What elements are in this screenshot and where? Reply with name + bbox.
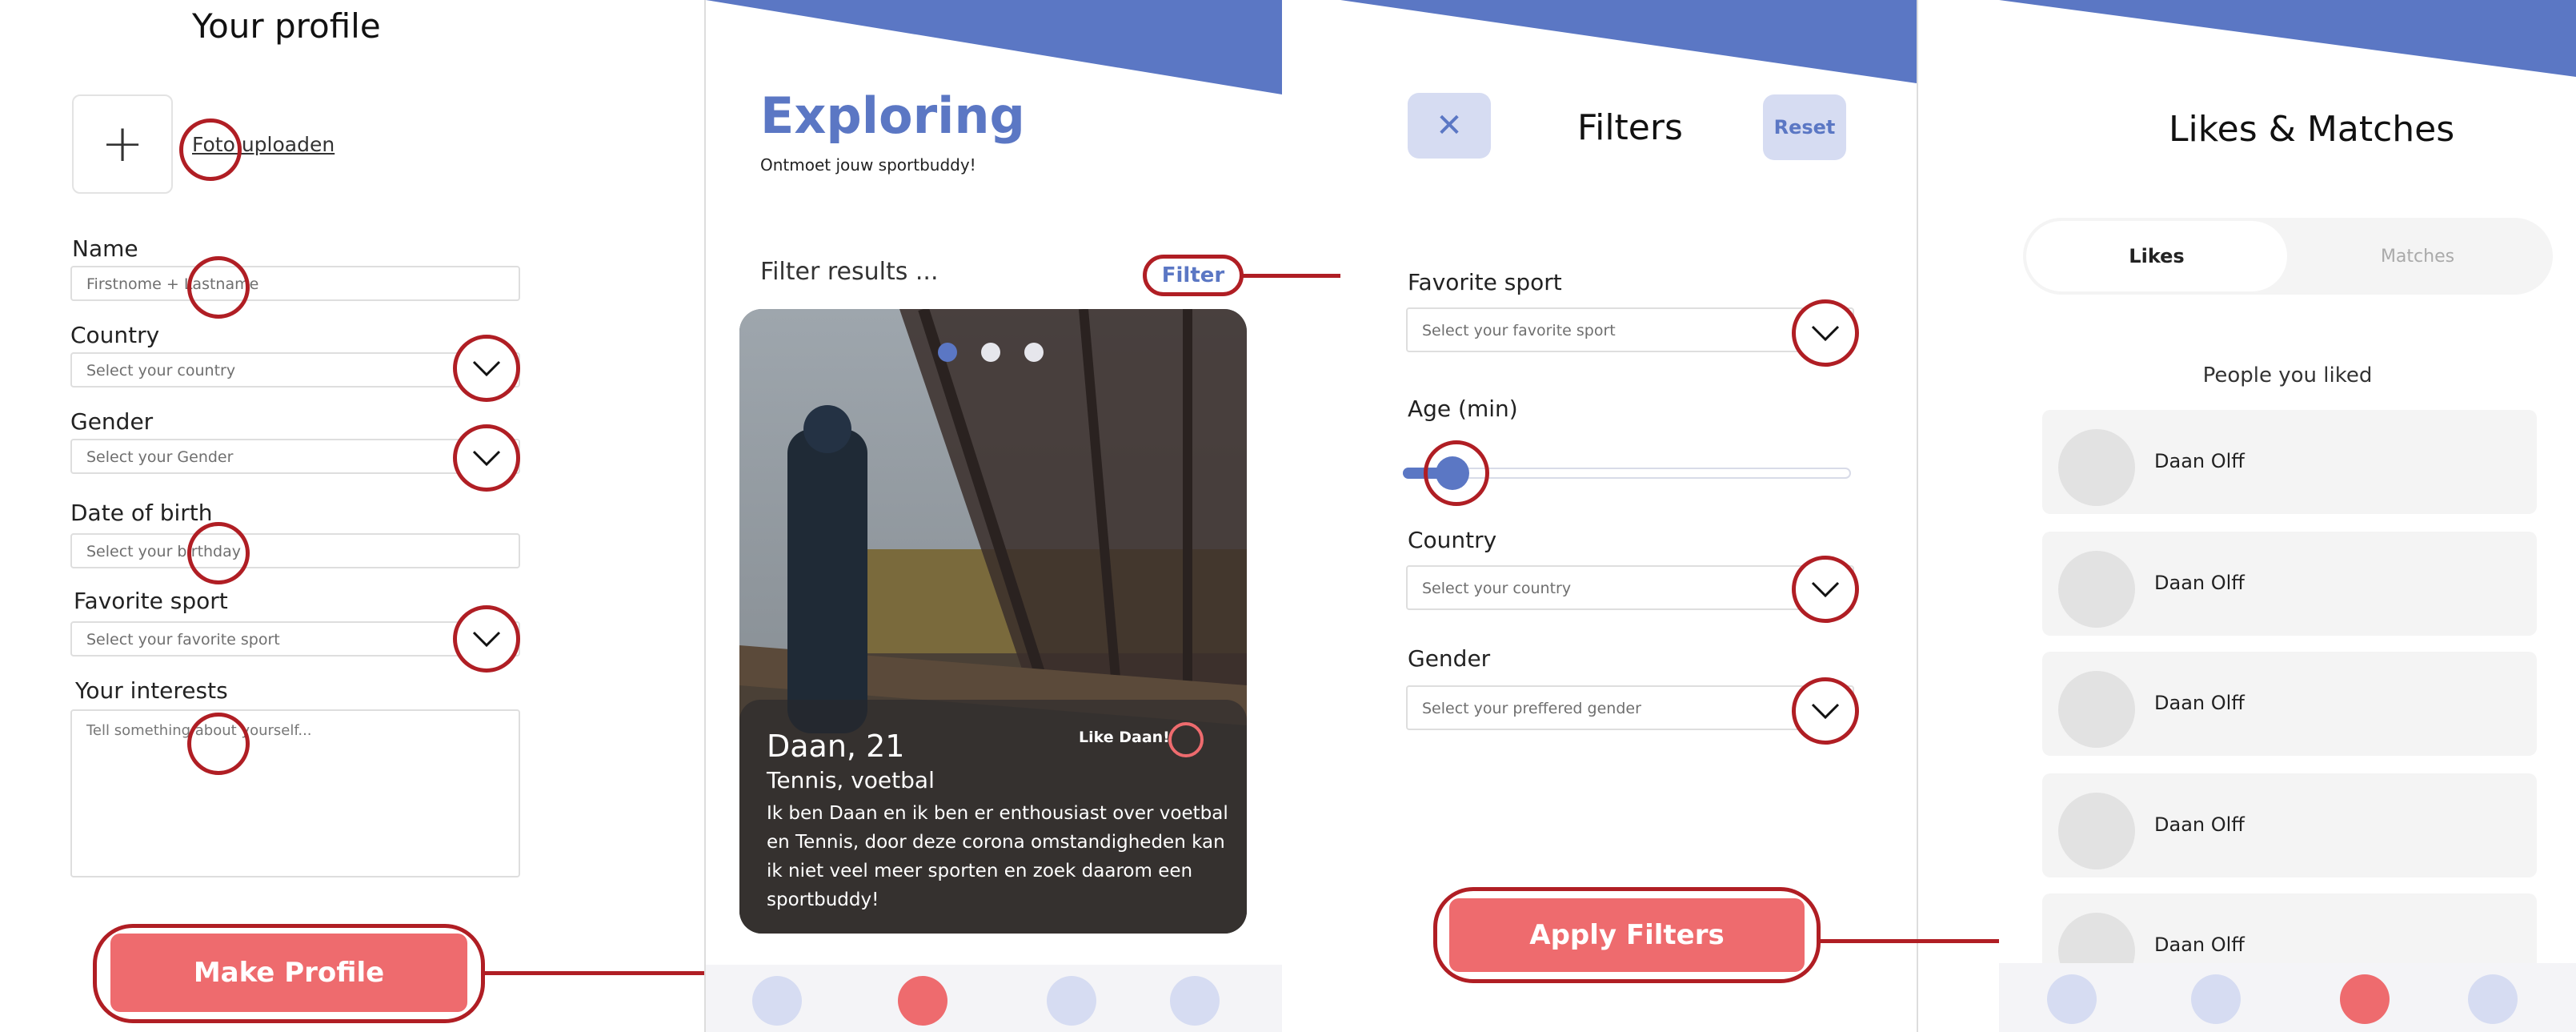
card-sports: Tennis, voetbal: [767, 767, 935, 793]
chevron-down-icon[interactable]: [1792, 556, 1859, 623]
card-name: Daan, 21: [767, 729, 905, 764]
explore-screen: Exploring Ontmoet jouw sportbuddy! Filte…: [704, 0, 1282, 1032]
chevron-down-icon[interactable]: [453, 605, 520, 673]
gender-label: Gender: [1408, 645, 1491, 672]
annotation-ring: [187, 713, 250, 775]
annotation-ring: [1424, 440, 1489, 506]
gender-select[interactable]: Select your preffered gender: [1406, 685, 1854, 730]
flow-connector: [483, 971, 704, 975]
avatar: [2058, 551, 2135, 628]
list-item[interactable]: Daan Olff: [2042, 773, 2537, 877]
country-label: Country: [70, 322, 160, 348]
interests-label: Your interests: [75, 677, 228, 704]
avatar: [2058, 671, 2135, 748]
country-placeholder: Select your country: [86, 362, 236, 379]
nav-item-likes[interactable]: [1047, 976, 1096, 1026]
carousel-dot[interactable]: [1024, 343, 1044, 362]
annotation-ring: [187, 522, 250, 584]
reset-button[interactable]: Reset: [1763, 94, 1846, 160]
nav-item-home[interactable]: [752, 976, 802, 1026]
list-item[interactable]: Daan Olff: [2042, 652, 2537, 756]
like-label: Like Daan!: [1079, 729, 1170, 746]
plus-icon: +: [101, 114, 144, 174]
header-wedge: [1340, 0, 1917, 83]
sport-label: Favorite sport: [1408, 269, 1562, 295]
profile-card[interactable]: Daan, 21 Tennis, voetbal Ik ben Daan en …: [739, 309, 1247, 934]
header-wedge: [706, 0, 1282, 94]
annotation-ring: [179, 118, 242, 181]
gender-label: Gender: [70, 408, 154, 435]
person-name: Daan Olff: [2154, 450, 2245, 472]
tab-likes[interactable]: Likes: [2026, 221, 2287, 291]
person-name: Daan Olff: [2154, 572, 2245, 594]
interests-textarea[interactable]: Tell something about yourself...: [70, 709, 520, 877]
tab-matches[interactable]: Matches: [2287, 221, 2548, 291]
country-label: Country: [1408, 527, 1497, 553]
chevron-down-icon[interactable]: [1792, 677, 1859, 745]
filters-screen: ✕ Filters Reset Favorite sport Select yo…: [1340, 0, 1918, 1032]
header-wedge: [1999, 0, 2576, 77]
age-label: Age (min): [1408, 396, 1518, 422]
sport-placeholder: Select your favorite sport: [1422, 322, 1616, 339]
page-subtitle: Ontmoet jouw sportbuddy!: [760, 155, 976, 175]
person-name: Daan Olff: [2154, 692, 2245, 714]
nav-item-profile[interactable]: [2468, 974, 2518, 1024]
chevron-down-icon[interactable]: [453, 424, 520, 492]
filter-button[interactable]: Filter: [1143, 255, 1244, 296]
country-placeholder: Select your country: [1422, 580, 1572, 597]
profile-screen: Your profile + Foto uploaden Name Firstn…: [0, 0, 704, 1032]
nav-item-explore[interactable]: [2191, 974, 2241, 1024]
like-button[interactable]: [1168, 722, 1204, 757]
close-icon: ✕: [1436, 107, 1463, 144]
annotation-ring: [187, 256, 250, 319]
sport-placeholder: Select your favorite sport: [86, 631, 280, 649]
nav-item-home[interactable]: [2047, 974, 2097, 1024]
nav-item-explore[interactable]: [898, 976, 947, 1026]
person-name: Daan Olff: [2154, 934, 2245, 956]
bottom-nav: [1999, 963, 2576, 1032]
likes-screen: Likes & Matches Likes Matches People you…: [1999, 0, 2576, 1032]
carousel-dot[interactable]: [981, 343, 1000, 362]
chevron-down-icon[interactable]: [1792, 299, 1859, 367]
list-item[interactable]: Daan Olff: [2042, 532, 2537, 636]
carousel-dot[interactable]: [938, 343, 957, 362]
close-button[interactable]: ✕: [1408, 93, 1491, 159]
avatar: [2058, 793, 2135, 869]
make-profile-button[interactable]: Make Profile: [110, 934, 467, 1012]
dob-field[interactable]: Select your birthday: [70, 533, 520, 568]
name-field[interactable]: Firstnome + Lastname: [70, 266, 520, 301]
country-select[interactable]: Select your country: [1406, 565, 1854, 610]
sport-label: Favorite sport: [74, 588, 228, 614]
page-title: Filters: [1577, 107, 1683, 148]
avatar: [2058, 429, 2135, 506]
list-item[interactable]: Daan Olff: [2042, 410, 2537, 514]
name-label: Name: [72, 235, 138, 262]
gender-placeholder: Select your preffered gender: [1422, 700, 1641, 717]
nav-item-profile[interactable]: [1170, 976, 1220, 1026]
gender-placeholder: Select your Gender: [86, 448, 234, 466]
card-bio: Ik ben Daan en ik ben er enthousiast ove…: [767, 803, 1228, 910]
filter-results-label: Filter results ...: [760, 258, 939, 286]
page-title: Likes & Matches: [2169, 109, 2455, 150]
photo-upload-box[interactable]: +: [72, 94, 173, 194]
page-title: Your profile: [192, 6, 381, 46]
bottom-nav: [706, 965, 1282, 1032]
page-title: Exploring: [760, 86, 1025, 145]
person-name: Daan Olff: [2154, 813, 2245, 836]
apply-filters-button[interactable]: Apply Filters: [1449, 898, 1805, 972]
nav-item-likes[interactable]: [2340, 974, 2390, 1024]
chevron-down-icon[interactable]: [453, 335, 520, 402]
section-label: People you liked: [2202, 363, 2373, 388]
sport-select[interactable]: Select your favorite sport: [1406, 307, 1854, 352]
dob-label: Date of birth: [70, 500, 213, 526]
